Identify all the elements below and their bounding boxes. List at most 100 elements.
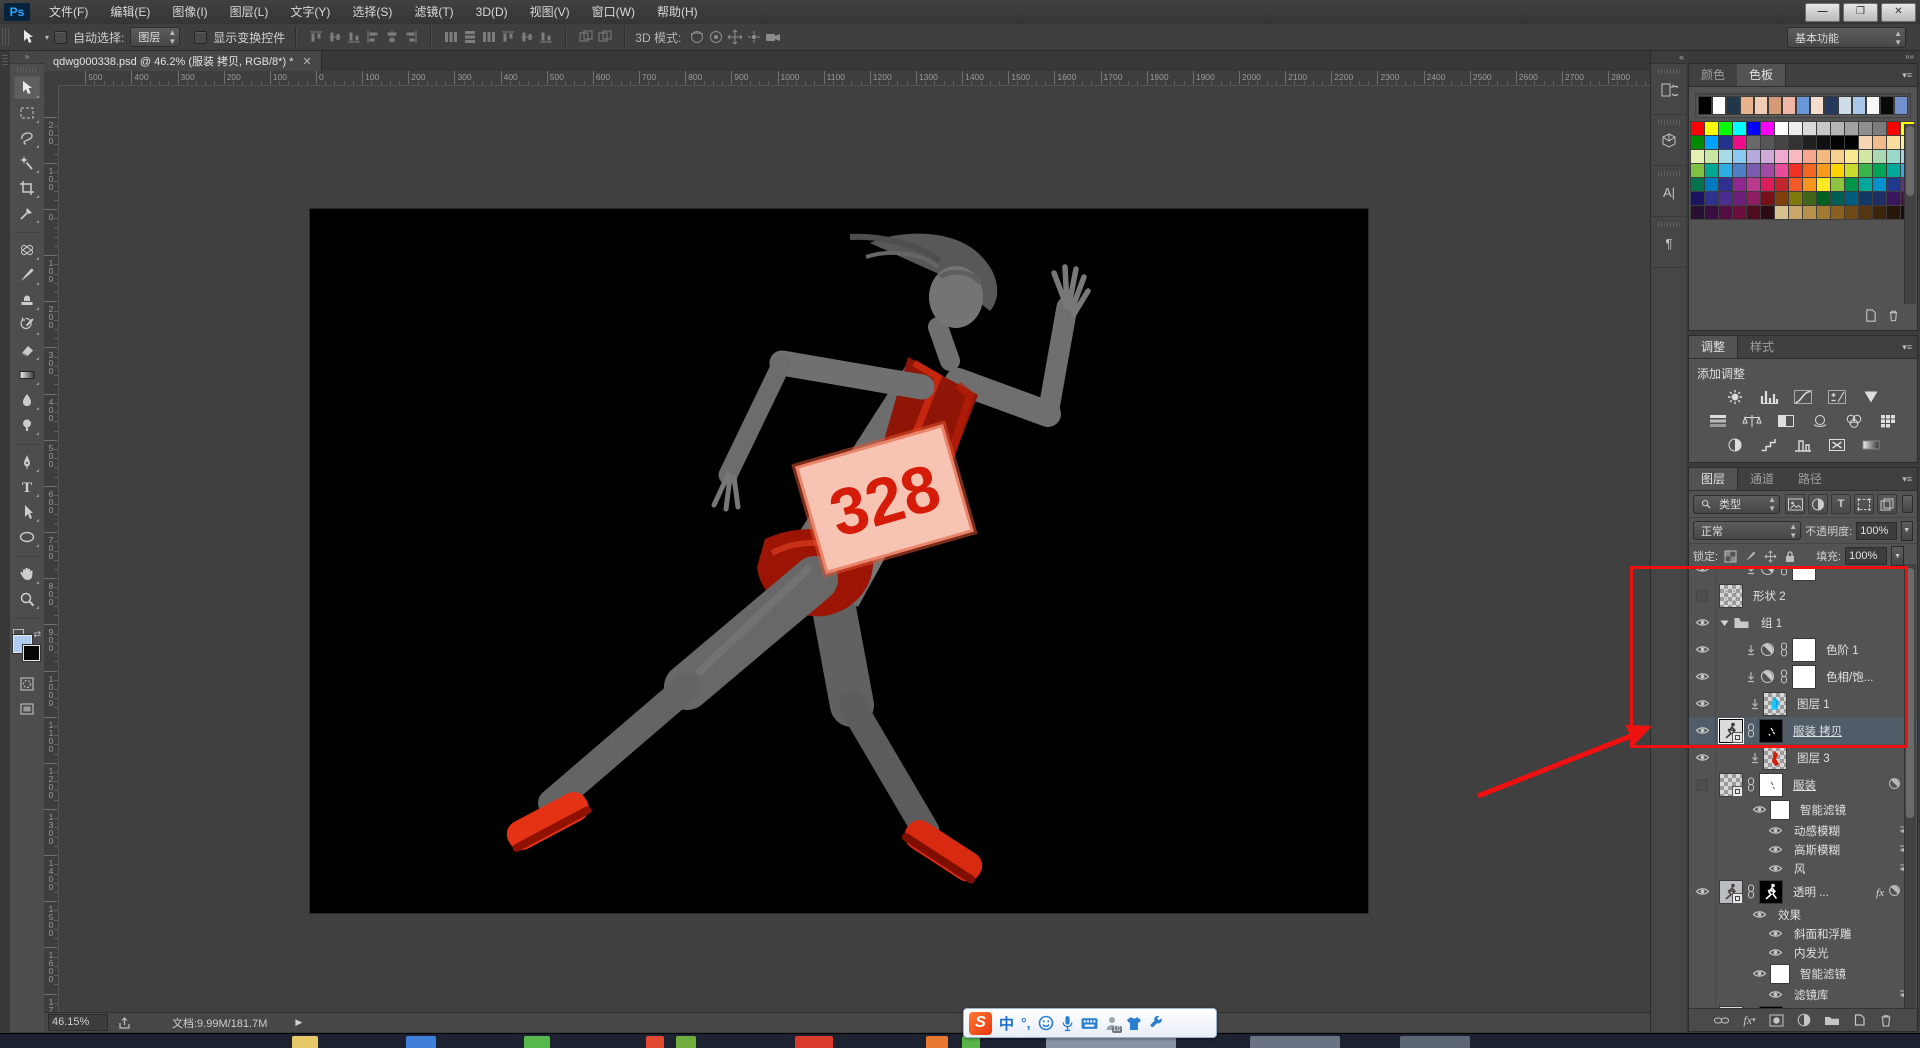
swatch[interactable]	[1831, 150, 1844, 163]
taskbar-app-sliver[interactable]	[1400, 1036, 1470, 1048]
workspace-switcher[interactable]: 基本功能 ▲ ▼	[1787, 27, 1906, 48]
menu-item-H[interactable]: 帮助(H)	[646, 0, 709, 24]
swatch[interactable]	[1719, 122, 1732, 135]
swatch[interactable]	[1803, 136, 1816, 149]
tab-close-icon[interactable]: ✕	[302, 55, 311, 68]
visibility-toggle[interactable]	[1689, 878, 1716, 905]
swatch[interactable]	[1789, 206, 1802, 219]
taskbar-app-sliver[interactable]	[524, 1036, 550, 1048]
swatch[interactable]	[1775, 164, 1788, 177]
recent-swatch[interactable]	[1797, 97, 1809, 114]
distribute-button-4[interactable]	[517, 28, 536, 46]
filter-type-icon[interactable]: T	[1831, 494, 1851, 514]
swatch[interactable]	[1705, 178, 1718, 191]
layer-row-高斯模糊[interactable]: 高斯模糊	[1689, 840, 1917, 859]
windows-taskbar[interactable]	[0, 1033, 1920, 1048]
history-panel-icon[interactable]	[1656, 78, 1682, 102]
screen-mode-button[interactable]	[13, 696, 41, 721]
opacity-value[interactable]: 100%	[1856, 521, 1897, 540]
swatch[interactable]	[1831, 136, 1844, 149]
swatch[interactable]	[1761, 206, 1774, 219]
type-tool[interactable]: T	[13, 474, 41, 499]
swatch[interactable]	[1803, 206, 1816, 219]
layer-row-色相/饱...[interactable]: 色相/饱...	[1689, 663, 1917, 690]
swatch[interactable]	[1761, 164, 1774, 177]
layers-scrollbar[interactable]	[1904, 564, 1916, 1008]
canvas[interactable]: 328	[310, 209, 1368, 913]
eyedropper-tool[interactable]	[13, 200, 41, 225]
layer-row-风[interactable]: 风	[1689, 859, 1917, 878]
swatch[interactable]	[1859, 122, 1872, 135]
clone-stamp-tool[interactable]	[13, 287, 41, 312]
ime-emoji-icon[interactable]	[1038, 1015, 1054, 1031]
visibility-toggle[interactable]	[1689, 840, 1716, 859]
3d-slide-button[interactable]	[744, 28, 763, 46]
swatches-scrollbar[interactable]	[1904, 124, 1916, 304]
auto-align-button-1[interactable]	[595, 28, 614, 46]
layers-tab-通道[interactable]: 通道	[1738, 468, 1786, 490]
swatch[interactable]	[1789, 150, 1802, 163]
swatch[interactable]	[1691, 122, 1704, 135]
show-transform-checkbox[interactable]	[194, 30, 208, 44]
visibility-toggle[interactable]	[1689, 905, 1716, 924]
ime-skin-icon[interactable]	[1126, 1016, 1142, 1031]
swatch[interactable]	[1887, 192, 1900, 205]
swatch[interactable]	[1747, 192, 1760, 205]
color-tab-颜色[interactable]: 颜色	[1689, 64, 1737, 86]
swatch[interactable]	[1733, 206, 1746, 219]
visibility-toggle[interactable]	[1689, 582, 1716, 609]
swatch[interactable]	[1859, 206, 1872, 219]
fill-value[interactable]: 100%	[1845, 547, 1888, 565]
recent-swatch[interactable]	[1839, 97, 1851, 114]
distribute-button-1[interactable]	[460, 28, 479, 46]
swatch[interactable]	[1887, 178, 1900, 191]
adjustment-selective-color-icon[interactable]	[1825, 435, 1850, 454]
swatch[interactable]	[1747, 150, 1760, 163]
canvas-viewport[interactable]: 328	[58, 85, 1650, 1013]
layer-row-斜面和浮雕[interactable]: 斜面和浮雕	[1689, 924, 1917, 943]
taskbar-app-sliver[interactable]	[795, 1036, 833, 1048]
swatch[interactable]	[1873, 136, 1886, 149]
swatch[interactable]	[1705, 206, 1718, 219]
swatch[interactable]	[1775, 178, 1788, 191]
adjustment-hue-saturation-icon[interactable]	[1706, 411, 1731, 430]
blend-mode-dropdown[interactable]: 正常 ▲ ▼	[1693, 521, 1802, 540]
ime-mic-icon[interactable]	[1061, 1015, 1074, 1032]
align-m-button[interactable]	[325, 28, 344, 46]
visibility-toggle[interactable]	[1689, 771, 1716, 798]
swatch[interactable]	[1719, 178, 1732, 191]
toolbar-collapse-icon[interactable]: »	[10, 51, 44, 64]
path-select-tool[interactable]	[13, 499, 41, 524]
ime-account-icon[interactable]: 10	[1105, 1016, 1122, 1033]
swatch[interactable]	[1831, 206, 1844, 219]
layer-row-形状 2[interactable]: 形状 2	[1689, 582, 1917, 609]
recent-swatch[interactable]	[1783, 97, 1795, 114]
swatch[interactable]	[1719, 136, 1732, 149]
link-button[interactable]	[1713, 1014, 1730, 1027]
layer-row-智能滤镜[interactable]: 智能滤镜	[1689, 798, 1917, 821]
align-c-button[interactable]	[382, 28, 401, 46]
distribute-button-3[interactable]	[498, 28, 517, 46]
menu-item-S[interactable]: 选择(S)	[341, 0, 403, 24]
swatch[interactable]	[1747, 178, 1760, 191]
menu-item-I[interactable]: 图像(I)	[161, 0, 218, 24]
layer-row-智能滤镜[interactable]: 智能滤镜	[1689, 962, 1917, 985]
layer-row-idx0[interactable]	[1689, 569, 1917, 582]
menu-item-E[interactable]: 编辑(E)	[99, 0, 161, 24]
layer-row-效果[interactable]: 效果	[1689, 905, 1917, 924]
swatch[interactable]	[1831, 164, 1844, 177]
lock-all-icon[interactable]	[1782, 548, 1798, 564]
swatch[interactable]	[1803, 164, 1816, 177]
layer-row-服装 拷贝[interactable]: 服装 拷贝	[1689, 717, 1917, 744]
adjustment-threshold-icon[interactable]	[1791, 435, 1816, 454]
sogou-logo-icon[interactable]: S	[969, 1011, 992, 1035]
distribute-button-2[interactable]	[479, 28, 498, 46]
3d-camera-button[interactable]	[763, 28, 782, 46]
new-layer-button[interactable]	[1853, 1013, 1866, 1027]
lasso-tool[interactable]	[13, 125, 41, 150]
swatch[interactable]	[1691, 192, 1704, 205]
adjust-panel-menu-icon[interactable]: ▾≡	[1902, 336, 1912, 358]
swatch[interactable]	[1803, 150, 1816, 163]
swatch[interactable]	[1691, 178, 1704, 191]
3d-orbit-button[interactable]	[687, 28, 706, 46]
